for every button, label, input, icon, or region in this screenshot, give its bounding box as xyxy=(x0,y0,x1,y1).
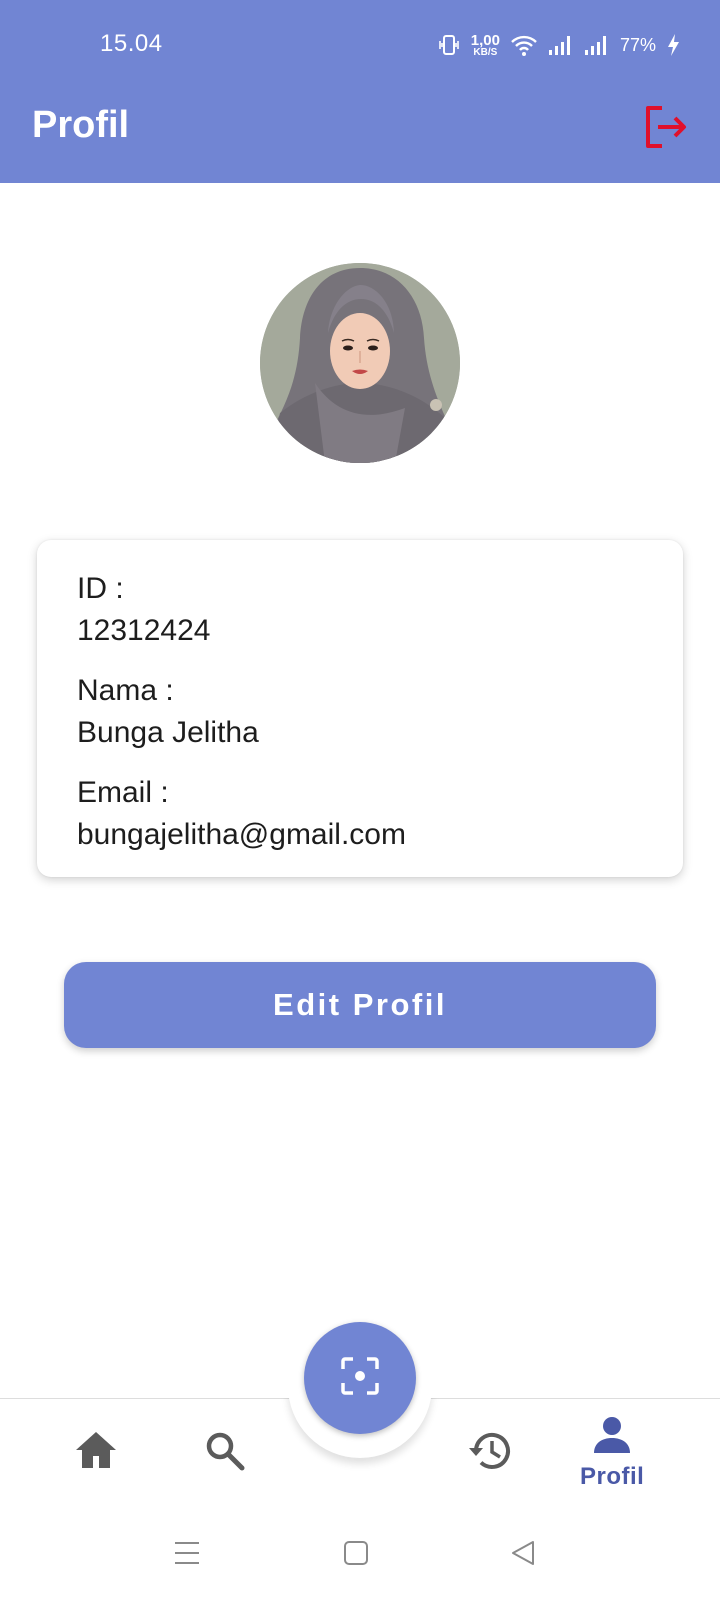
status-icons: 1,00 KB/S 77% xyxy=(437,30,680,60)
vibrate-icon xyxy=(437,33,461,57)
net-speed-value: 1,00 xyxy=(470,31,500,49)
id-field: ID : 12312424 xyxy=(77,568,643,652)
name-value: Bunga Jelitha xyxy=(77,716,259,749)
id-label: ID : xyxy=(77,572,124,605)
logout-icon[interactable] xyxy=(642,104,688,150)
signal-icon xyxy=(548,34,574,56)
email-value: bungajelitha@gmail.com xyxy=(77,818,406,851)
name-field: Nama : Bunga Jelitha xyxy=(77,670,643,754)
scan-icon xyxy=(340,1356,380,1401)
signal-icon xyxy=(584,34,610,56)
status-bar: 15.04 1,00 KB/S 77% xyxy=(0,0,720,90)
menu-icon[interactable] xyxy=(174,1540,200,1571)
email-label: Email : xyxy=(77,776,169,809)
id-value: 12312424 xyxy=(77,614,211,647)
nav-profile[interactable]: Profil xyxy=(580,1416,644,1491)
scan-button[interactable] xyxy=(304,1322,416,1434)
email-field: Email : bungajelitha@gmail.com xyxy=(77,772,643,856)
page-title: Profil xyxy=(32,104,130,146)
edit-profile-button[interactable]: Edit Profil xyxy=(64,962,656,1048)
person-icon xyxy=(592,1416,632,1459)
nav-home[interactable] xyxy=(74,1430,118,1475)
battery-percent: 77% xyxy=(619,34,656,55)
nav-profile-label: Profil xyxy=(580,1463,645,1490)
home-icon xyxy=(74,1430,118,1475)
status-time: 15.04 xyxy=(100,30,163,57)
back-icon[interactable] xyxy=(510,1540,536,1571)
name-label: Nama : xyxy=(77,674,174,707)
nav-search[interactable] xyxy=(204,1430,246,1477)
system-nav-bar xyxy=(0,1518,720,1600)
net-speed-unit: KB/S xyxy=(473,46,498,58)
profile-info-card: ID : 12312424 Nama : Bunga Jelitha Email… xyxy=(37,540,683,877)
nav-history[interactable] xyxy=(466,1430,512,1477)
home-square-icon[interactable] xyxy=(343,1540,369,1571)
wifi-icon xyxy=(510,33,538,57)
search-icon xyxy=(204,1430,246,1477)
avatar xyxy=(260,263,460,463)
history-icon xyxy=(466,1430,512,1477)
app-header: 15.04 1,00 KB/S 77% Profil xyxy=(0,0,720,183)
charging-icon xyxy=(666,33,680,57)
net-speed: 1,00 KB/S xyxy=(471,33,500,58)
